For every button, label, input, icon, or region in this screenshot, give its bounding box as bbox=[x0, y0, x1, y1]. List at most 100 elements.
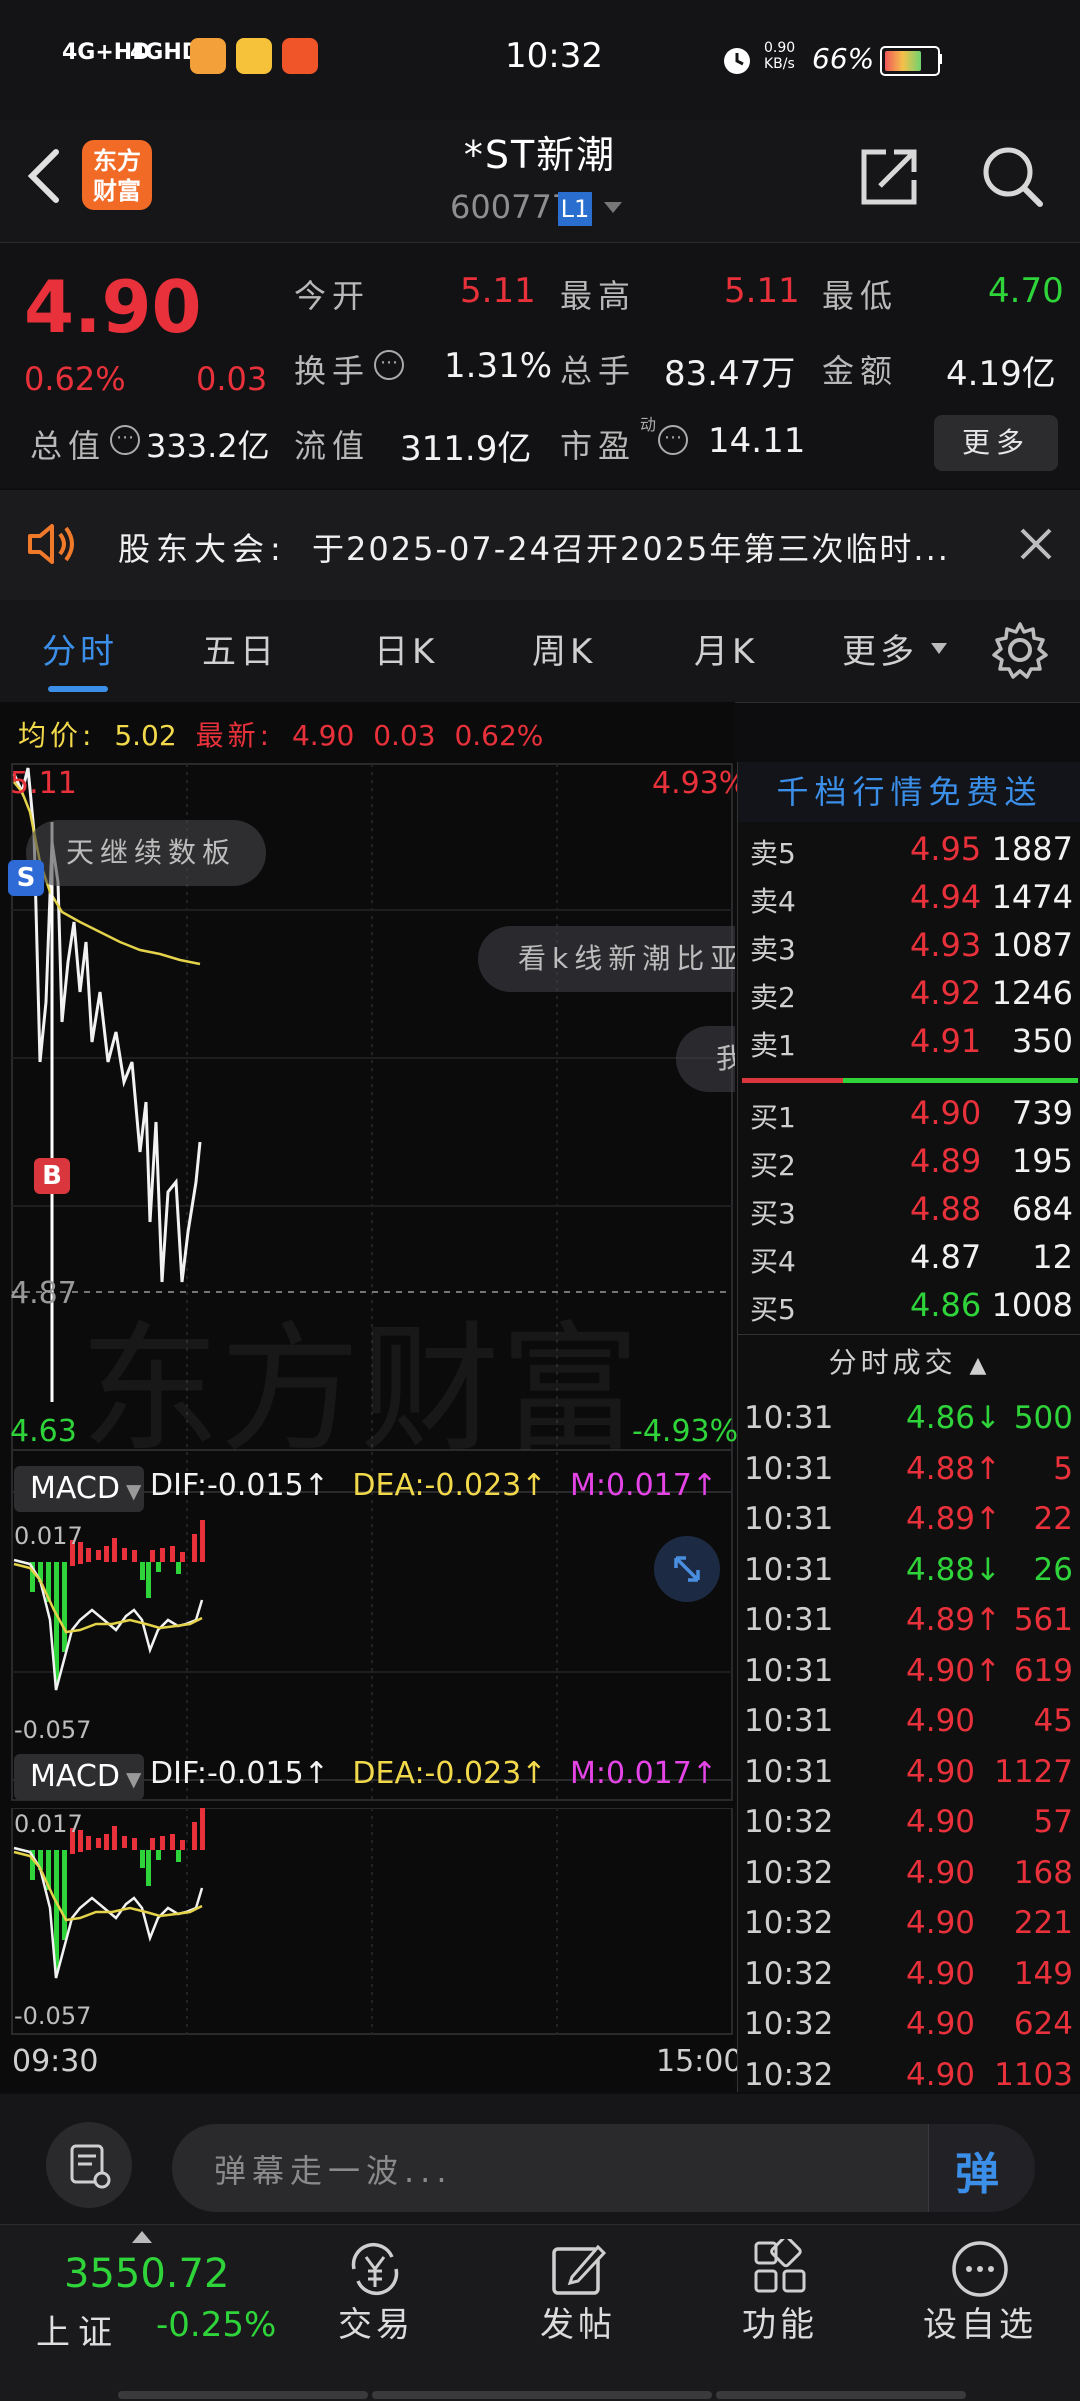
bid-row[interactable]: 买4 4.87 12 bbox=[738, 1234, 1080, 1282]
trade-time: 10:31 bbox=[744, 1551, 834, 1588]
arrow-up-icon: ↑ bbox=[303, 1468, 329, 1503]
more-button[interactable]: 更多 bbox=[934, 415, 1058, 471]
more-circle-icon bbox=[952, 2241, 1008, 2297]
ask-row[interactable]: 卖2 4.92 1246 bbox=[738, 970, 1080, 1018]
bid-row[interactable]: 买1 4.90 739 bbox=[738, 1090, 1080, 1138]
ask-row[interactable]: 卖4 4.94 1474 bbox=[738, 874, 1080, 922]
open-label: 今开 bbox=[294, 277, 371, 315]
buy-sell-ratio-bar bbox=[742, 1078, 1078, 1083]
trade-row: 10:31 4.90 1127 bbox=[738, 1748, 1080, 1798]
bid-qty: 12 bbox=[1032, 1238, 1073, 1276]
tab-five-day[interactable]: 五日 bbox=[202, 624, 278, 673]
danmu-bubble[interactable]: 天继续数板 bbox=[26, 820, 267, 886]
gesture-handle bbox=[118, 2391, 368, 2399]
bid-row[interactable]: 买3 4.88 684 bbox=[738, 1186, 1080, 1234]
low-value: 4.70 bbox=[988, 271, 1064, 311]
bid-level-label: 买3 bbox=[750, 1197, 796, 1230]
danmu-settings-icon bbox=[70, 2144, 111, 2189]
trade-row: 10:31 4.88↓ 26 bbox=[738, 1546, 1080, 1596]
mktcap-label: 总值 bbox=[30, 427, 107, 465]
bid-price: 4.90 bbox=[910, 1094, 982, 1132]
bid-qty: 195 bbox=[1011, 1142, 1073, 1180]
trade-price: 4.90 bbox=[906, 1854, 976, 1891]
info-icon[interactable]: ⋯ bbox=[374, 350, 404, 380]
danmu-input[interactable]: 弹幕走一波... 弹 bbox=[172, 2124, 1035, 2212]
trade-time: 10:32 bbox=[744, 1955, 834, 1992]
trade-row: 10:32 4.90 221 bbox=[738, 1899, 1080, 1949]
nav-add-watchlist-label: 设自选 bbox=[923, 2305, 1037, 2345]
chevron-down-icon: ▼ bbox=[125, 1767, 142, 1791]
danmu-bubble[interactable]: 看k线新潮比亚 bbox=[478, 926, 735, 992]
expand-button[interactable] bbox=[654, 1536, 720, 1602]
arrow-up-icon: ↑ bbox=[691, 1468, 717, 1503]
macd-label: MACD bbox=[30, 1759, 120, 1794]
sell-marker[interactable]: S bbox=[8, 860, 44, 896]
bottom-nav: 3550.72 上证 -0.25% 交易 发帖 功能 设自选 bbox=[0, 2224, 1080, 2401]
latest-percent: 0.62% bbox=[454, 719, 544, 752]
low-label: 最低 bbox=[822, 277, 899, 315]
pe-value: 14.11 bbox=[708, 421, 806, 461]
trade-qty: 561 bbox=[1013, 1602, 1073, 1638]
tab-daily-k[interactable]: 日K bbox=[374, 624, 438, 673]
info-icon[interactable]: ⋯ bbox=[110, 425, 140, 455]
trade-row: 10:32 4.90 168 bbox=[738, 1849, 1080, 1899]
y-axis-top-pct: 4.93% bbox=[652, 766, 748, 801]
danmu-bubble[interactable]: 我 bbox=[676, 1026, 735, 1092]
danmu-settings-button[interactable] bbox=[46, 2122, 132, 2208]
danmu-send-button[interactable]: 弹 bbox=[928, 2124, 1035, 2212]
ask-row[interactable]: 卖5 4.95 1887 bbox=[738, 826, 1080, 874]
ask-row[interactable]: 卖3 4.93 1087 bbox=[738, 922, 1080, 970]
index-name[interactable]: 上证 bbox=[36, 2305, 120, 2354]
trade-price: 4.90 bbox=[906, 1703, 976, 1739]
macd-indicator-select[interactable]: MACD ▼ bbox=[14, 1754, 144, 1800]
trade-row: 10:32 4.90 624 bbox=[738, 2000, 1080, 2050]
network-speed-unit: KB/s bbox=[764, 56, 795, 72]
current-price: 4.90 bbox=[24, 265, 202, 349]
caret-up-icon: ▲ bbox=[969, 1353, 991, 1378]
dif-value: DIF:-0.015 bbox=[150, 1756, 304, 1791]
level2-promo[interactable]: 千档行情免费送 bbox=[737, 762, 1080, 822]
ask-row[interactable]: 卖1 4.91 350 bbox=[738, 1018, 1080, 1066]
trade-qty: 149 bbox=[1013, 1955, 1073, 1992]
trades-header[interactable]: 分时成交 ▲ bbox=[738, 1338, 1080, 1388]
tab-weekly-k[interactable]: 周K bbox=[532, 624, 596, 673]
trade-time: 10:31 bbox=[744, 1450, 834, 1487]
index-change[interactable]: -0.25% bbox=[156, 2305, 276, 2345]
pe-label: 市盈 bbox=[560, 427, 637, 465]
y-axis-mid: 4.87 bbox=[10, 1276, 77, 1311]
change-amount: 0.03 bbox=[196, 360, 268, 398]
bid-qty: 739 bbox=[1011, 1094, 1073, 1132]
high-value: 5.11 bbox=[724, 271, 800, 311]
high-label: 最高 bbox=[560, 277, 637, 315]
ask-price: 4.91 bbox=[910, 1022, 982, 1060]
trade-qty: 168 bbox=[1013, 1854, 1073, 1891]
arrow-up-icon: ↑ bbox=[691, 1756, 717, 1791]
back-icon[interactable] bbox=[20, 146, 70, 206]
intraday-chart-area[interactable]: 均价: 5.02 最新: 4.90 0.03 0.62% 东方财富 5.11 4… bbox=[0, 702, 747, 2092]
macd-indicator-select[interactable]: MACD ▼ bbox=[14, 1466, 144, 1512]
share-icon[interactable] bbox=[858, 146, 920, 208]
chevron-down-icon[interactable] bbox=[602, 200, 624, 216]
settings-gear-icon[interactable] bbox=[990, 620, 1050, 680]
trade-price: 4.89↑ bbox=[906, 1602, 1001, 1638]
buy-marker[interactable]: B bbox=[34, 1158, 70, 1194]
status-bar: 4G+HD 4GHD 10:32 0.90 KB/s 66% bbox=[0, 0, 1080, 120]
bid-price: 4.87 bbox=[910, 1238, 982, 1276]
index-value[interactable]: 3550.72 bbox=[64, 2251, 229, 2297]
bid-row[interactable]: 买2 4.89 195 bbox=[738, 1138, 1080, 1186]
bid-row[interactable]: 买5 4.86 1008 bbox=[738, 1282, 1080, 1330]
eastmoney-logo: 东方 财富 bbox=[82, 140, 152, 210]
tab-more[interactable]: 更多 bbox=[842, 624, 918, 673]
notice-bar[interactable]: 股东大会: 于2025-07-24召开2025年第三次临时... bbox=[0, 490, 1080, 600]
level-badge[interactable]: L1 bbox=[558, 192, 592, 226]
info-icon[interactable]: ⋯ bbox=[658, 425, 688, 455]
watermark: 东方财富 bbox=[80, 1309, 640, 1472]
search-icon[interactable] bbox=[980, 144, 1046, 210]
chevron-down-icon[interactable] bbox=[930, 642, 948, 656]
tab-intraday[interactable]: 分时 bbox=[42, 624, 118, 673]
tab-monthly-k[interactable]: 月K bbox=[694, 624, 758, 673]
open-value: 5.11 bbox=[460, 271, 536, 311]
nav-functions-label: 功能 bbox=[742, 2305, 818, 2345]
trade-time: 10:32 bbox=[744, 2006, 834, 2042]
close-icon[interactable] bbox=[1018, 526, 1054, 562]
